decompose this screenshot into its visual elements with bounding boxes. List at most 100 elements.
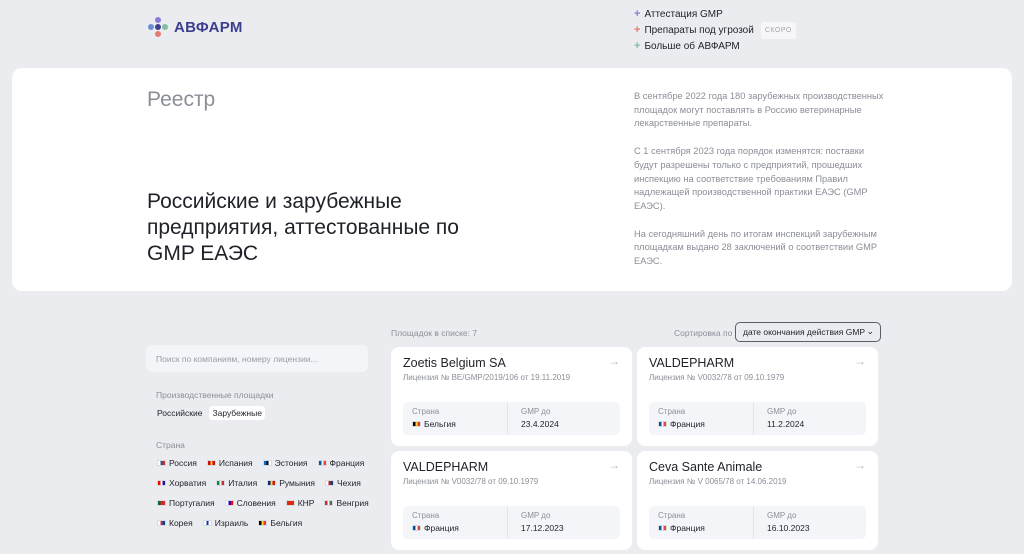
country-filter-chip[interactable]: Испания [204, 456, 256, 470]
country-name: Франция [424, 523, 459, 533]
search-input[interactable]: Поиск по компаниям, номеру лицензии... [146, 345, 368, 372]
license-number: Лицензия № V 0065/78 от 14.06.2019 [649, 477, 787, 486]
company-card[interactable]: VALDEPHARM Лицензия № V0032/78 от 09.10.… [637, 347, 878, 446]
flag-icon [202, 520, 212, 526]
flag-icon [157, 480, 166, 486]
site-filter-chip[interactable]: Российские [154, 406, 205, 420]
arrow-right-icon[interactable]: → [608, 458, 620, 472]
hero-panel: Реестр Российские и зарубежные предприят… [12, 68, 1012, 291]
filters-sidebar: Поиск по компаниям, номеру лицензии... П… [146, 345, 371, 530]
logo[interactable]: АВФАРМ [148, 17, 243, 37]
country-label: Страна [658, 407, 686, 416]
country-filter-chip[interactable]: КНР [283, 496, 318, 510]
country-filter-chip[interactable]: Румыния [264, 476, 318, 490]
company-card[interactable]: Zoetis Belgium SA Лицензия № BE/GMP/2019… [391, 347, 632, 446]
sort-select[interactable]: дате окончания действия GMP ⌄ [735, 322, 881, 342]
country-name: Бельгия [424, 419, 456, 429]
flag-icon [325, 480, 335, 486]
country-filter-chip[interactable]: Корея [154, 516, 196, 530]
gmp-col: GMP до 11.2.2024 [767, 407, 804, 429]
nav-item-label: Больше об АВФАРМ [644, 41, 740, 52]
company-card[interactable]: Ceva Sante Animale Лицензия № V 0065/78 … [637, 451, 878, 550]
country-filter-chip[interactable]: Россия [154, 456, 200, 470]
flag-icon [258, 520, 268, 526]
country-chip-label: Словения [236, 498, 276, 508]
company-card[interactable]: VALDEPHARM Лицензия № V0032/78 от 09.10.… [391, 451, 632, 550]
country-filter-chip[interactable]: Израиль [200, 516, 252, 530]
arrow-right-icon[interactable]: → [854, 458, 866, 472]
flag-icon [658, 525, 667, 531]
divider [753, 402, 754, 435]
arrow-right-icon[interactable]: → [854, 354, 866, 368]
flag-icon [157, 500, 166, 506]
country-filter-chip[interactable]: Эстония [260, 456, 311, 470]
section-title: Реестр [147, 88, 216, 111]
country-value: Франция [658, 523, 705, 533]
country-chip-label: Хорватия [169, 478, 207, 488]
country-chip-label: Израиль [214, 518, 249, 528]
country-label: Страна [658, 511, 686, 520]
company-name: VALDEPHARM [403, 460, 489, 474]
license-number: Лицензия № BE/GMP/2019/106 от 19.11.2019 [403, 373, 571, 382]
site-filter-chip[interactable]: Зарубежные [209, 406, 265, 420]
country-filter-chip[interactable]: Хорватия [154, 476, 209, 490]
country-label: Страна [412, 511, 440, 520]
country-filter-chip[interactable]: Италия [213, 476, 260, 490]
company-name: Ceva Sante Animale [649, 460, 763, 474]
country-filter-chip[interactable]: Словения [222, 496, 279, 510]
sites-filter-title: Производственные площадки [156, 390, 274, 400]
country-filter-chip[interactable]: Венгрия [321, 496, 371, 510]
gmp-until-value: 17.12.2023 [521, 523, 564, 533]
top-bar: АВФАРМ + Аттестация GMP + Препараты под угр… [0, 0, 1024, 66]
country-chip-label: Португалия [169, 498, 215, 508]
country-chip-label: Испания [218, 458, 253, 468]
plus-icon: + [634, 40, 641, 52]
gmp-col: GMP до 17.12.2023 [521, 511, 564, 533]
hero-paragraph: На сегодняшний день по итогам инспекций … [634, 228, 877, 267]
gmp-col: GMP до 23.4.2024 [521, 407, 559, 429]
country-chip-label: Франция [329, 458, 365, 468]
arrow-right-icon[interactable]: → [608, 354, 620, 368]
sites-filter: Российские Зарубежные [154, 406, 368, 420]
country-value: Бельгия [412, 419, 456, 429]
country-chip-label: Россия [169, 458, 197, 468]
logo-icon [148, 17, 168, 37]
gmp-until-value: 11.2.2024 [767, 419, 805, 429]
country-filter-chip[interactable]: Португалия [154, 496, 218, 510]
card-info: Страна Франция GMP до 11.2.2024 [649, 402, 866, 435]
gmp-label: GMP до [521, 511, 551, 520]
country-chip-label: КНР [297, 498, 315, 508]
country-col: Страна Франция [658, 511, 705, 533]
flag-icon [658, 421, 667, 427]
country-filter-chip[interactable]: Бельгия [255, 516, 305, 530]
chevron-down-icon: ⌄ [866, 326, 874, 336]
country-chip-label: Бельгия [270, 518, 303, 528]
country-chip-label: Венгрия [336, 498, 369, 508]
soon-badge: СКОРО [760, 22, 796, 39]
country-col: Страна Бельгия [412, 407, 456, 429]
nav-item[interactable]: + Больше об АВФАРМ [634, 39, 796, 54]
country-label: Страна [412, 407, 440, 416]
gmp-label: GMP до [767, 511, 797, 520]
divider [753, 506, 754, 539]
flag-icon [224, 500, 234, 506]
company-name: Zoetis Belgium SA [403, 356, 506, 370]
country-chip-label: Румыния [279, 478, 316, 488]
flag-icon [157, 520, 166, 526]
country-col: Страна Франция [658, 407, 705, 429]
page-title: Российские и зарубежные предприятия, атт… [147, 190, 459, 265]
flag-icon [262, 460, 272, 466]
nav-item[interactable]: + Препараты под угрозой СКОРО [634, 22, 796, 39]
country-chip-label: Эстония [274, 458, 308, 468]
flag-icon [324, 500, 334, 506]
country-filter-chip[interactable]: Франция [315, 456, 368, 470]
license-number: Лицензия № V0032/78 от 09.10.1979 [649, 373, 785, 382]
nav-item-label: Аттестация GMP [644, 9, 723, 20]
country-col: Страна Франция [412, 511, 459, 533]
nav-item[interactable]: + Аттестация GMP [634, 7, 796, 22]
flag-icon [157, 460, 166, 466]
plus-icon: + [634, 8, 641, 20]
flag-icon [216, 480, 226, 486]
company-name: VALDEPHARM [649, 356, 735, 370]
country-filter-chip[interactable]: Чехия [322, 476, 364, 490]
